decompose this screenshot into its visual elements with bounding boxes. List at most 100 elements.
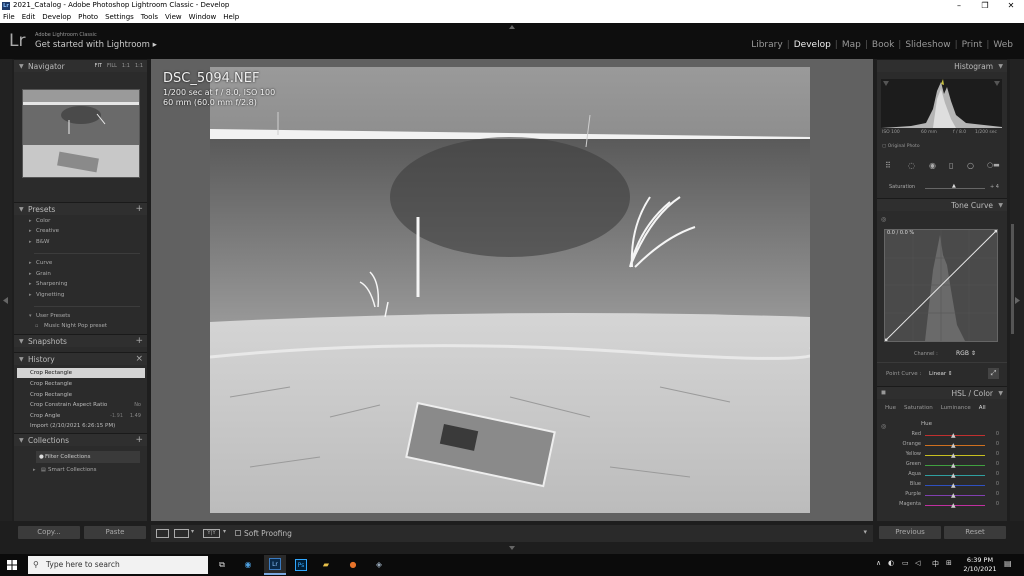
module-library[interactable]: Library — [748, 40, 785, 50]
tone-curve-editor[interactable]: 0.0 / 0.0 % — [884, 229, 998, 342]
histogram-display[interactable] — [881, 79, 1002, 128]
view-menu-arrow-icon[interactable]: ▾ — [191, 528, 194, 535]
tray-overflow-icon[interactable]: ∧ — [876, 559, 881, 567]
point-curve-select[interactable]: Linear ⇕ — [929, 371, 952, 377]
slider-knob-icon[interactable]: ▲ — [951, 432, 956, 439]
presets-header[interactable]: ▼ Presets + — [14, 202, 147, 215]
preset-group-bw[interactable]: ▸ B&W — [29, 239, 50, 245]
red-eye-icon[interactable]: ◉ — [929, 161, 936, 170]
slider-knob-icon[interactable]: ▲ — [951, 472, 956, 479]
filter-collections-input[interactable]: ● Filter Collections — [36, 451, 140, 463]
edge-browser-icon[interactable]: ◉ — [240, 557, 256, 573]
before-after-icon[interactable] — [174, 529, 189, 538]
navigator-preview[interactable] — [22, 89, 140, 178]
firefox-icon[interactable]: ● — [345, 557, 361, 573]
add-snapshot-icon[interactable]: + — [135, 336, 143, 346]
loupe-view-icon[interactable] — [156, 529, 169, 538]
module-map[interactable]: Map — [839, 40, 864, 50]
zoom-fill[interactable]: FILL — [107, 63, 117, 69]
module-print[interactable]: Print — [959, 40, 986, 50]
panel-switch-icon[interactable]: ◼ — [881, 389, 886, 396]
tab-luminance[interactable]: Luminance — [937, 403, 975, 415]
collections-header[interactable]: ▼ Collections + — [14, 433, 147, 446]
tab-all[interactable]: All — [975, 403, 990, 415]
snapshots-header[interactable]: ▼ Snapshots + — [14, 334, 147, 347]
navigator-header[interactable]: ▼ Navigator FIT FILL 1:1 1:1 — [14, 59, 147, 72]
shadow-clipping-icon[interactable] — [883, 81, 889, 86]
photo-canvas[interactable]: DSC_5094.NEF 1/200 sec at f / 8.0, ISO 1… — [151, 59, 873, 521]
preset-group-color[interactable]: ▸ Color — [29, 218, 50, 224]
menu-view[interactable]: View — [165, 12, 182, 23]
menu-help[interactable]: Help — [223, 12, 239, 23]
hsl-header[interactable]: ◼ HSL / Color ▼ — [877, 386, 1007, 399]
preset-group-creative[interactable]: ▸ Creative — [29, 228, 59, 234]
hue-slider-green[interactable]: Green ▲ 0 — [881, 460, 1003, 470]
preset-group-vignetting[interactable]: ▸ Vignetting — [29, 292, 64, 298]
hsl-target-icon[interactable]: ◎ — [881, 423, 886, 430]
saturation-knob-icon[interactable]: ▲ — [952, 183, 956, 189]
preset-group-sharpening[interactable]: ▸ Sharpening — [29, 281, 67, 287]
saturation-slider[interactable]: Saturation ▲ + 4 — [881, 183, 1003, 193]
photoshop-taskbar-button[interactable]: Ps — [293, 557, 309, 573]
history-item[interactable]: Crop Angle -1.91 1.49 — [17, 411, 145, 421]
tab-hue[interactable]: Hue — [881, 403, 900, 415]
hue-slider-magenta[interactable]: Magenta ▲ 0 — [881, 500, 1003, 510]
spot-removal-icon[interactable]: ◌ — [908, 161, 915, 170]
ime-mode-icon[interactable]: ⊞ — [946, 559, 952, 567]
collapse-bottom-arrow-icon[interactable] — [509, 546, 515, 550]
history-item[interactable]: Crop Constrain Aspect Ratio No — [17, 400, 145, 410]
add-preset-icon[interactable]: + — [135, 204, 143, 214]
volume-icon[interactable]: ◁ — [915, 559, 920, 567]
slider-knob-icon[interactable]: ▲ — [951, 442, 956, 449]
right-panel-grip[interactable] — [1010, 59, 1024, 521]
task-view-icon[interactable]: ⧉ — [214, 557, 230, 573]
collapse-top-arrow-icon[interactable] — [509, 25, 515, 29]
tray-app-icon[interactable]: ◐ — [888, 559, 894, 567]
slider-knob-icon[interactable]: ▲ — [951, 492, 956, 499]
hue-slider-red[interactable]: Red ▲ 0 — [881, 430, 1003, 440]
adjustment-brush-icon[interactable]: ○▬ — [987, 161, 1000, 169]
module-slideshow[interactable]: Slideshow — [902, 40, 953, 50]
collapse-left-arrow-icon[interactable] — [3, 297, 8, 304]
hue-slider-blue[interactable]: Blue ▲ 0 — [881, 480, 1003, 490]
soft-proofing-checkbox[interactable] — [235, 530, 241, 536]
menu-develop[interactable]: Develop — [42, 12, 71, 23]
module-book[interactable]: Book — [869, 40, 897, 50]
hue-slider-yellow[interactable]: Yellow ▲ 0 — [881, 450, 1003, 460]
preset-group-curve[interactable]: ▸ Curve — [29, 260, 52, 266]
smart-collections-item[interactable]: ▸ ▤ Smart Collections — [33, 467, 96, 473]
point-curve-edit-icon[interactable]: ⤢ — [988, 368, 999, 379]
module-web[interactable]: Web — [990, 40, 1016, 50]
crop-overlay-icon[interactable]: ⠿ — [885, 161, 891, 170]
zoom-custom[interactable]: 1:1 — [135, 63, 143, 69]
notifications-icon[interactable]: ▤ — [1004, 559, 1012, 568]
highlight-clipping-icon[interactable] — [994, 81, 1000, 86]
minimize-button[interactable]: – — [946, 0, 972, 12]
left-panel-grip[interactable] — [0, 59, 12, 521]
slider-knob-icon[interactable]: ▲ — [951, 502, 956, 509]
history-item[interactable]: Crop Rectangle — [17, 390, 145, 400]
file-explorer-icon[interactable]: ▰ — [318, 557, 334, 573]
add-collection-icon[interactable]: + — [135, 435, 143, 445]
zoom-fit[interactable]: FIT — [95, 63, 102, 69]
previous-button[interactable]: Previous — [879, 526, 941, 539]
menu-settings[interactable]: Settings — [105, 12, 134, 23]
paste-button[interactable]: Paste — [84, 526, 146, 539]
menu-edit[interactable]: Edit — [22, 12, 36, 23]
targeted-adjustment-icon[interactable]: ◎ — [881, 216, 886, 223]
menu-window[interactable]: Window — [189, 12, 217, 23]
histogram-header[interactable]: Histogram ▼ — [877, 59, 1007, 72]
hue-slider-orange[interactable]: Orange ▲ 0 — [881, 440, 1003, 450]
original-photo-toggle[interactable]: ▢ Original Photo — [882, 144, 920, 149]
before-after-menu-arrow-icon[interactable]: ▾ — [223, 528, 226, 535]
copy-button[interactable]: Copy... — [18, 526, 80, 539]
slider-knob-icon[interactable]: ▲ — [951, 482, 956, 489]
windows-start-icon[interactable] — [7, 560, 17, 570]
history-item[interactable]: Crop Rectangle — [17, 379, 145, 389]
zoom-1-1[interactable]: 1:1 — [122, 63, 130, 69]
reset-button[interactable]: Reset — [944, 526, 1006, 539]
history-item[interactable]: Import (2/10/2021 6:26:15 PM) — [17, 421, 145, 431]
channel-select[interactable]: RGB ⇕ — [956, 350, 976, 357]
hue-slider-aqua[interactable]: Aqua ▲ 0 — [881, 470, 1003, 480]
history-item[interactable]: Crop Rectangle — [17, 368, 145, 378]
